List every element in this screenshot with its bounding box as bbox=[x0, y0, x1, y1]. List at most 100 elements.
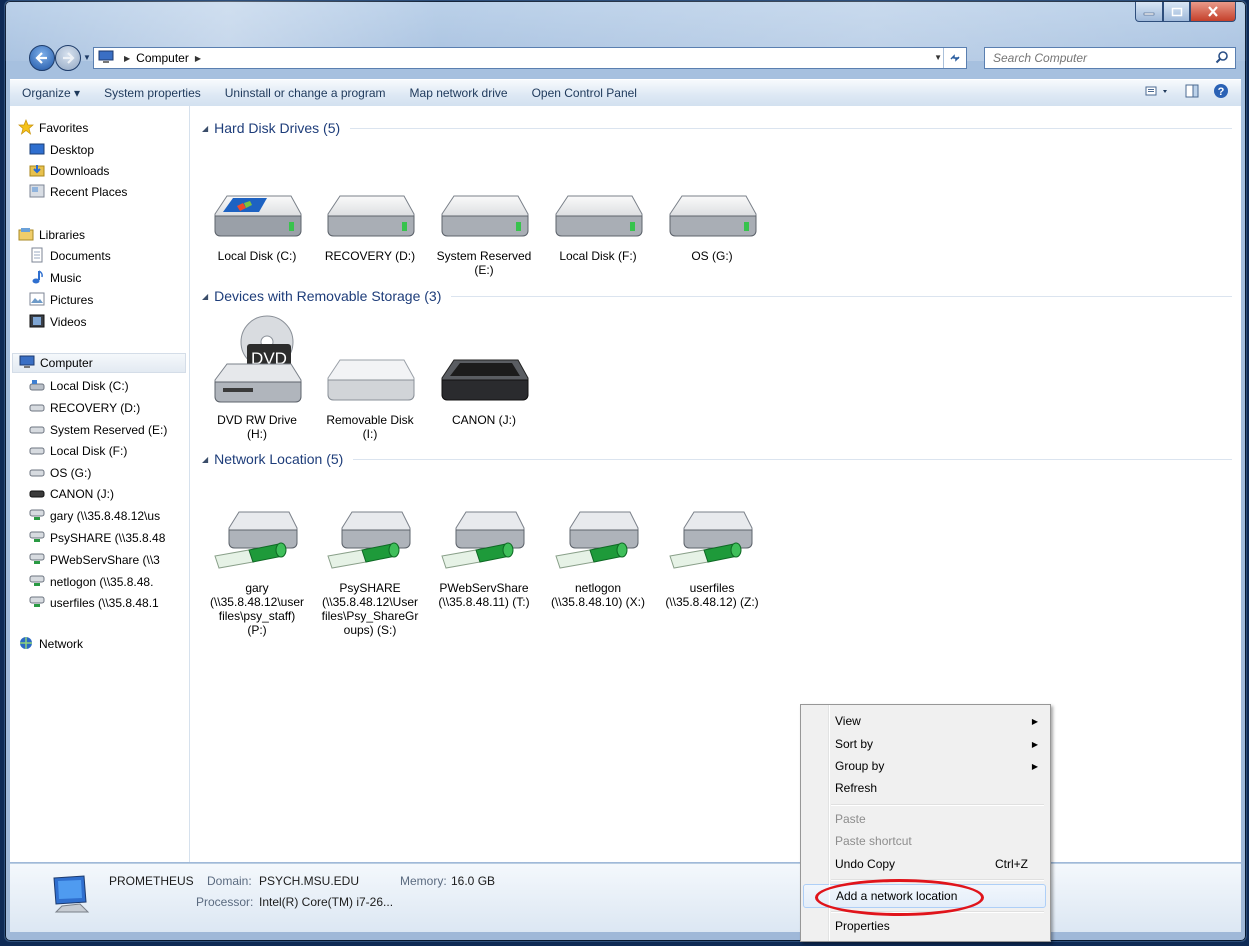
nav-computer[interactable]: Computer bbox=[12, 353, 186, 373]
nav-share-userfiles[interactable]: userfiles (\\35.8.48.1 bbox=[29, 593, 159, 613]
group-divider bbox=[353, 458, 1232, 460]
nav-pictures[interactable]: Pictures bbox=[29, 290, 93, 310]
nav-share-gary[interactable]: gary (\\35.8.48.12\us bbox=[29, 506, 160, 526]
recent-pages-dropdown[interactable]: ▼ bbox=[83, 53, 91, 62]
nav-share-psyshare[interactable]: PsySHARE (\\35.8.48 bbox=[29, 528, 165, 548]
uninstall-program-button[interactable]: Uninstall or change a program bbox=[213, 86, 398, 100]
menu-item-properties[interactable]: Properties bbox=[803, 915, 1046, 937]
nav-drive-f[interactable]: Local Disk (F:) bbox=[29, 441, 127, 461]
drive-tile-i[interactable]: Removable Disk (I:) bbox=[315, 350, 425, 441]
network-drive-tile-t[interactable]: PWebServShare (\\35.8.48.11) (T:) bbox=[429, 504, 539, 609]
nav-recent-places[interactable]: Recent Places bbox=[29, 182, 127, 202]
search-box[interactable] bbox=[984, 47, 1236, 69]
nav-share-netlogon[interactable]: netlogon (\\35.8.48. bbox=[29, 572, 153, 592]
recent-places-icon bbox=[29, 184, 45, 201]
open-control-panel-button[interactable]: Open Control Panel bbox=[520, 86, 649, 100]
pictures-icon bbox=[29, 292, 45, 309]
system-properties-button[interactable]: System properties bbox=[92, 86, 213, 100]
computer-name: PROMETHEUS bbox=[109, 874, 194, 888]
search-input[interactable] bbox=[991, 50, 1205, 66]
organize-button[interactable]: Organize ▾ bbox=[10, 86, 92, 100]
desktop-icon bbox=[29, 142, 45, 159]
nav-downloads[interactable]: Downloads bbox=[29, 161, 109, 181]
maximize-icon bbox=[1171, 7, 1182, 16]
breadcrumb-computer[interactable]: Computer bbox=[136, 51, 189, 65]
map-network-drive-button[interactable]: Map network drive bbox=[398, 86, 520, 100]
nav-drive-c[interactable]: Local Disk (C:) bbox=[29, 376, 129, 396]
drive-tile-j[interactable]: CANON (J:) bbox=[429, 350, 539, 427]
drive-tile-d[interactable]: RECOVERY (D:) bbox=[315, 186, 425, 263]
menu-item-undo-copy[interactable]: Undo Copy Ctrl+Z bbox=[803, 853, 1046, 875]
menu-item-refresh[interactable]: Refresh bbox=[803, 777, 1046, 799]
network-drive-icon bbox=[29, 574, 45, 591]
group-header-hard-disk-drives[interactable]: ◢ Hard Disk Drives (5) bbox=[202, 120, 1232, 136]
menu-item-add-network-location[interactable]: Add a network location bbox=[803, 884, 1046, 908]
processor-value: Intel(R) Core(TM) i7-26... bbox=[259, 895, 394, 909]
drive-label-letter: (H:) bbox=[247, 427, 267, 441]
network-drive-tile-p[interactable]: gary (\\35.8.48.12\user files\psy_staff)… bbox=[202, 504, 312, 637]
drive-tile-g[interactable]: OS (G:) bbox=[657, 186, 767, 263]
svg-text:?: ? bbox=[1218, 86, 1225, 98]
removable-drive-icon bbox=[327, 359, 415, 401]
drive-tile-f[interactable]: Local Disk (F:) bbox=[543, 186, 653, 263]
menu-item-sort-by[interactable]: Sort by ▶ bbox=[803, 733, 1046, 755]
network-drive-tile-z[interactable]: userfiles (\\35.8.48.12) (Z:) bbox=[657, 504, 767, 609]
nav-documents[interactable]: Documents bbox=[29, 246, 111, 266]
nav-favorites[interactable]: Favorites bbox=[18, 118, 88, 138]
change-view-button[interactable] bbox=[1145, 85, 1171, 100]
nav-music[interactable]: Music bbox=[29, 268, 81, 288]
menu-item-view[interactable]: View ▶ bbox=[803, 710, 1046, 732]
hard-drive-icon bbox=[327, 195, 415, 237]
nav-network[interactable]: Network bbox=[18, 634, 83, 654]
drive-tile-c[interactable]: Local Disk (C:) bbox=[202, 186, 312, 263]
group-header-network-location[interactable]: ◢ Network Location (5) bbox=[202, 451, 1232, 467]
network-drive-icon bbox=[669, 511, 753, 569]
nav-drive-j[interactable]: CANON (J:) bbox=[29, 484, 114, 504]
nav-drive-e[interactable]: System Reserved (E:) bbox=[29, 420, 167, 440]
group-header-removable-storage[interactable]: ◢ Devices with Removable Storage (3) bbox=[202, 288, 1232, 304]
minimize-button[interactable] bbox=[1135, 2, 1163, 22]
drive-label: Local Disk (C:) bbox=[217, 249, 297, 263]
network-drive-icon bbox=[29, 595, 45, 612]
drive-label: userfiles bbox=[689, 581, 735, 595]
command-bar: Organize ▾ System properties Uninstall o… bbox=[10, 79, 1241, 107]
drive-label: CANON (J:) bbox=[452, 413, 516, 427]
breadcrumb-arrow-icon[interactable]: ▶ bbox=[195, 54, 201, 63]
address-row: ▼ ▶ Computer ▶ ▼ bbox=[9, 45, 1242, 71]
videos-icon bbox=[29, 314, 45, 331]
nav-drive-g[interactable]: OS (G:) bbox=[29, 463, 91, 483]
help-button[interactable]: ? bbox=[1213, 83, 1229, 102]
drive-tile-e[interactable]: System Reserved (E:) bbox=[429, 186, 539, 277]
search-icon[interactable] bbox=[1215, 50, 1229, 64]
collapse-triangle-icon[interactable]: ◢ bbox=[202, 292, 208, 301]
address-bar[interactable]: ▶ Computer ▶ ▼ bbox=[93, 47, 967, 69]
address-dropdown-icon[interactable]: ▼ bbox=[934, 53, 942, 62]
nav-drive-d[interactable]: RECOVERY (D:) bbox=[29, 398, 140, 418]
collapse-triangle-icon[interactable]: ◢ bbox=[202, 124, 208, 133]
menu-item-paste-shortcut[interactable]: Paste shortcut bbox=[803, 830, 1046, 852]
network-drive-tile-s[interactable]: PsySHARE (\\35.8.48.12\User files\Psy_Sh… bbox=[315, 504, 425, 637]
menu-item-paste[interactable]: Paste bbox=[803, 808, 1046, 830]
content-pane[interactable]: ◢ Hard Disk Drives (5) Local Disk (C:) R… bbox=[190, 106, 1241, 862]
domain-value: PSYCH.MSU.EDU bbox=[259, 874, 360, 888]
refresh-button[interactable] bbox=[943, 48, 966, 68]
nav-libraries[interactable]: Libraries bbox=[18, 225, 85, 245]
back-button[interactable] bbox=[29, 45, 55, 71]
hard-drive-icon bbox=[29, 465, 45, 482]
breadcrumb-arrow-icon[interactable]: ▶ bbox=[124, 54, 130, 63]
drive-label: netlogon bbox=[574, 581, 622, 595]
nav-share-pwebservshare[interactable]: PWebServShare (\\3 bbox=[29, 550, 160, 570]
menu-item-group-by[interactable]: Group by ▶ bbox=[803, 755, 1046, 777]
forward-button[interactable] bbox=[55, 45, 81, 71]
maximize-button[interactable] bbox=[1163, 2, 1190, 22]
preview-pane-button[interactable] bbox=[1185, 84, 1199, 101]
drive-label: System Reserved bbox=[436, 249, 532, 263]
network-drive-tile-x[interactable]: netlogon (\\35.8.48.10) (X:) bbox=[543, 504, 653, 609]
close-button[interactable] bbox=[1190, 2, 1236, 22]
star-icon bbox=[18, 118, 34, 138]
collapse-triangle-icon[interactable]: ◢ bbox=[202, 455, 208, 464]
nav-desktop[interactable]: Desktop bbox=[29, 140, 94, 160]
nav-videos[interactable]: Videos bbox=[29, 312, 86, 332]
drive-tile-h[interactable]: DVD DVD RW Drive (H:) bbox=[202, 314, 312, 441]
help-icon: ? bbox=[1214, 84, 1228, 98]
